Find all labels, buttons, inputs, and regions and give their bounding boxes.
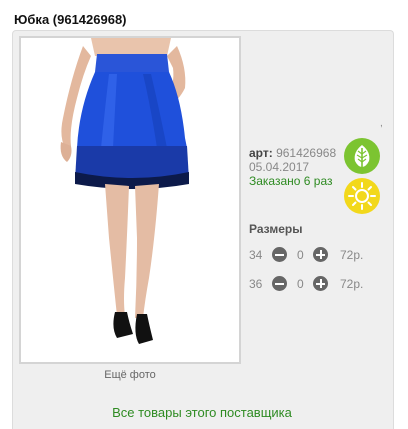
product-info: арт: 961426968 05.04.2017 Заказано 6 раз [249, 146, 336, 188]
increase-quantity-button[interactable] [313, 247, 328, 262]
separator-mark: , [380, 118, 383, 129]
size-price: 72р. [340, 248, 364, 262]
product-photo[interactable] [19, 36, 241, 364]
sun-icon [344, 178, 380, 214]
article-label: арт: [249, 146, 273, 160]
product-date: 05.04.2017 [249, 160, 310, 174]
increase-quantity-button[interactable] [313, 276, 328, 291]
size-value: 36 [249, 277, 263, 291]
decrease-quantity-button[interactable] [272, 247, 287, 262]
sizes-title: Размеры [249, 222, 303, 236]
quantity-value: 0 [297, 277, 304, 291]
order-count: Заказано 6 раз [249, 174, 333, 188]
leaf-icon [344, 138, 380, 174]
product-title: Юбка (961426968) [14, 12, 127, 27]
size-value: 34 [249, 248, 263, 262]
all-supplier-goods-link[interactable]: Все товары этого поставщика [12, 405, 392, 420]
size-price: 72р. [340, 277, 364, 291]
more-photos-link[interactable]: Ещё фото [19, 369, 241, 381]
quantity-value: 0 [297, 248, 304, 262]
article-value: 961426968 [276, 146, 337, 160]
skirt-photo-illustration [21, 38, 239, 362]
decrease-quantity-button[interactable] [272, 276, 287, 291]
